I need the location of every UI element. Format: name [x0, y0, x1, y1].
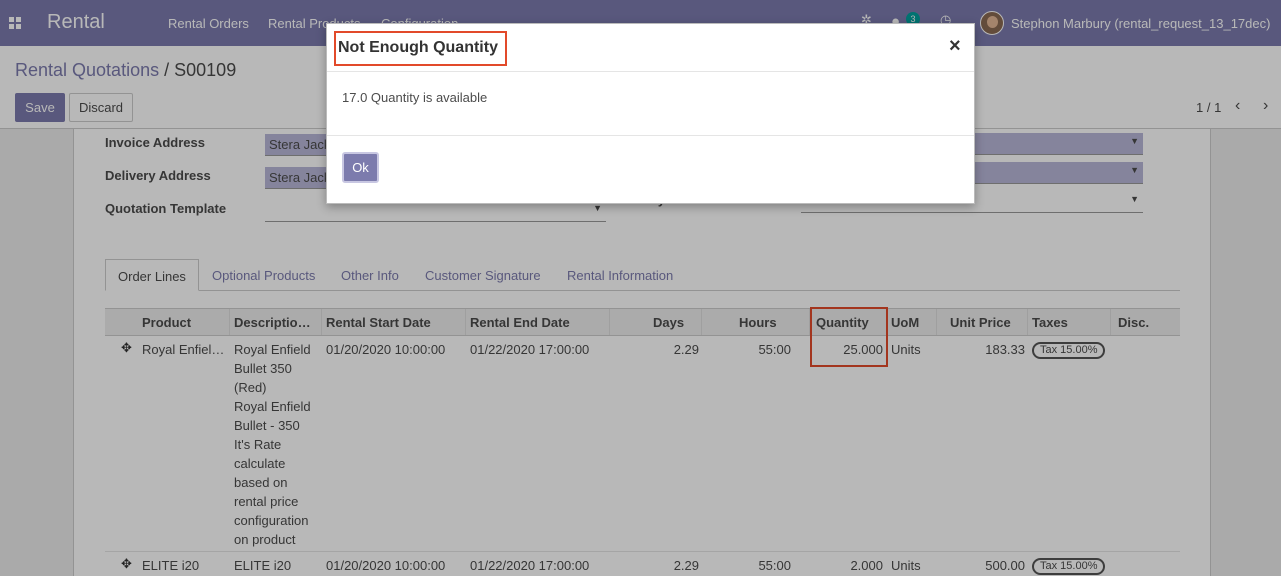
ok-button[interactable]: Ok — [342, 152, 379, 183]
dialog-header: Not Enough Quantity × — [327, 24, 974, 72]
dialog-footer: Ok — [327, 135, 974, 203]
dialog-message: 17.0 Quantity is available — [342, 90, 488, 105]
title-highlight-box — [334, 31, 507, 66]
not-enough-quantity-dialog: Not Enough Quantity × 17.0 Quantity is a… — [326, 23, 975, 204]
close-icon[interactable]: × — [949, 35, 961, 58]
